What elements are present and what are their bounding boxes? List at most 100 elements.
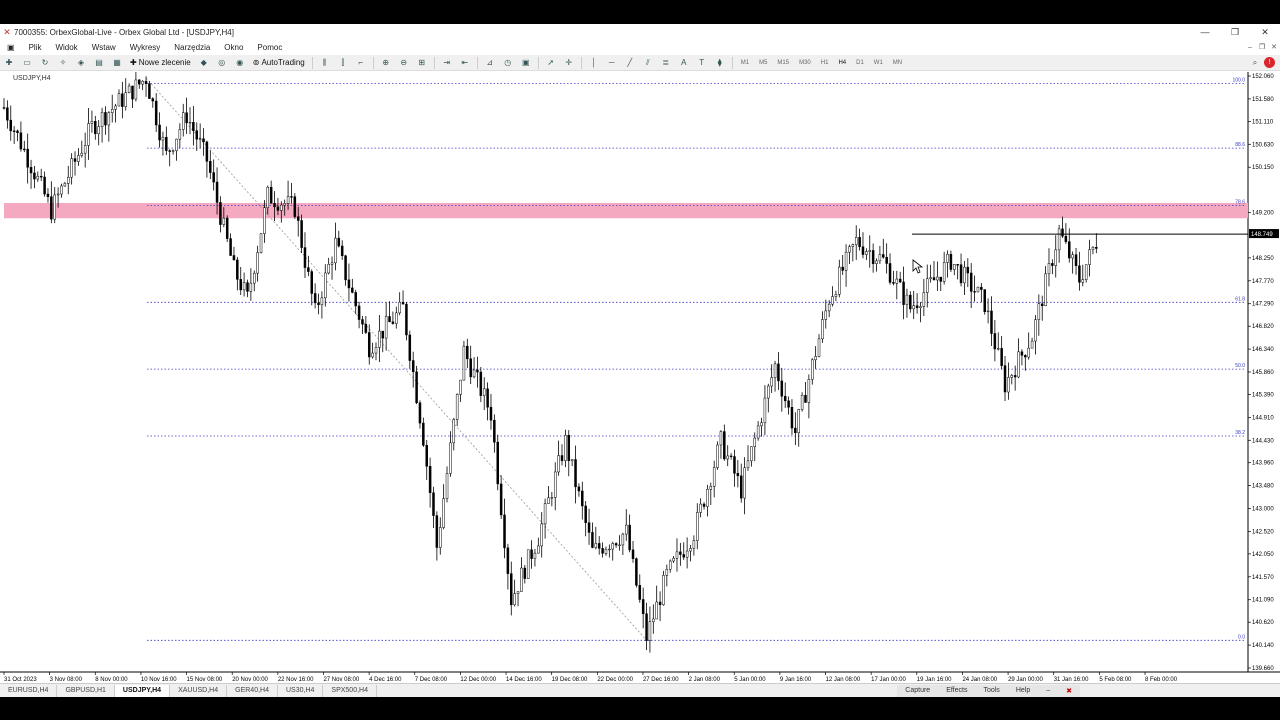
crosshair-icon[interactable]: ✛ (561, 56, 577, 69)
candle-body (489, 406, 493, 421)
candle (293, 193, 297, 219)
candlestick-icon[interactable]: ⫿ (335, 56, 351, 69)
vertical-line-icon[interactable]: │ (586, 56, 602, 69)
candle-body (1040, 303, 1044, 307)
metaeditor-icon[interactable]: ◆ (196, 56, 212, 69)
line-chart-icon[interactable]: ⌐ (353, 56, 369, 69)
notifications-icon[interactable]: ! (1264, 57, 1275, 68)
close-x-icon[interactable]: ✕ (0, 27, 14, 38)
timeframe-d1[interactable]: D1 (851, 60, 869, 66)
child-minimize-button[interactable]: – (1244, 44, 1256, 51)
trendline-icon[interactable]: ╱ (622, 56, 638, 69)
timeframe-m30[interactable]: M30 (794, 60, 816, 66)
new-order-button[interactable]: ✚ Nowe zlecenie (126, 56, 195, 69)
help-button[interactable]: Help (1008, 687, 1038, 694)
candle-body (364, 323, 368, 333)
candle-body (192, 122, 195, 131)
timeframe-mn[interactable]: MN (888, 60, 907, 66)
chart-area[interactable]: 100.0 88.6 78.6 61.8 50.0 38.2 0.0 148.749 152.0… (0, 65, 1280, 688)
data-window-icon[interactable]: ▤ (91, 56, 107, 69)
signals-icon[interactable]: ◉ (232, 56, 248, 69)
text-label-icon[interactable]: T (694, 56, 710, 69)
tab-xauusd[interactable]: XAUUSD,H4 (170, 684, 228, 697)
zoom-out-icon[interactable]: ⊖ (396, 56, 412, 69)
candle-body (723, 431, 726, 460)
cursor-icon[interactable]: ➚ (543, 56, 559, 69)
indicators-icon[interactable]: ⊿ (482, 56, 498, 69)
candle-body (915, 305, 919, 309)
tester-icon[interactable]: ◎ (214, 56, 230, 69)
horizontal-line-icon[interactable]: ─ (604, 56, 620, 69)
timeframe-h4[interactable]: H4 (833, 60, 851, 66)
autotrading-button[interactable]: ⊚ AutoTrading (249, 56, 309, 69)
price-chart[interactable]: 100.0 88.6 78.6 61.8 50.0 38.2 0.0 148.749 152.0… (0, 65, 1280, 688)
candle-body (351, 287, 354, 293)
autoscroll-icon[interactable]: ⇤ (457, 56, 473, 69)
templates-icon[interactable]: ▣ (518, 56, 534, 69)
candle (526, 549, 530, 579)
equidistant-channel-icon[interactable]: ⫽ (640, 56, 656, 69)
candle-body (696, 512, 699, 541)
fibonacci-icon[interactable]: ≣ (658, 56, 674, 69)
menu-help[interactable]: Pomoc (250, 43, 289, 52)
candle-body (834, 294, 838, 297)
candle-body (770, 377, 773, 387)
capture-minimize-button[interactable]: – (1038, 687, 1058, 694)
navigator-icon[interactable]: ✧ (55, 56, 71, 69)
text-icon[interactable]: A (676, 56, 692, 69)
tab-ger40[interactable]: GER40,H4 (227, 684, 278, 697)
zoom-in-icon[interactable]: ⊕ (378, 56, 394, 69)
timeframe-h1[interactable]: H1 (816, 60, 834, 66)
timeframe-w1[interactable]: W1 (869, 60, 888, 66)
maximize-button[interactable]: ❐ (1220, 27, 1250, 38)
menu-window[interactable]: Okno (217, 43, 250, 52)
refresh-icon[interactable]: ↻ (37, 56, 53, 69)
candle-body (902, 281, 905, 305)
timeframe-m5[interactable]: M5 (754, 60, 772, 66)
price-tick-label: 144.910 (1252, 415, 1274, 421)
menu-tools[interactable]: Narzędzia (167, 43, 217, 52)
candle-body (334, 237, 337, 264)
profiles-icon[interactable]: ▭ (19, 56, 35, 69)
periods-icon[interactable]: ◷ (500, 56, 516, 69)
tile-windows-icon[interactable]: ⊞ (414, 56, 430, 69)
minimize-button[interactable]: — (1190, 27, 1220, 38)
candle-body (621, 533, 625, 546)
candle-body (635, 558, 638, 586)
candle-body (340, 245, 344, 257)
child-close-button[interactable]: ✕ (1268, 43, 1280, 51)
new-chart-icon[interactable]: ✚ (1, 56, 17, 69)
bar-chart-icon[interactable]: ⫼ (317, 56, 333, 69)
timeframe-m15[interactable]: M15 (772, 60, 794, 66)
tools-button[interactable]: Tools (975, 687, 1007, 694)
menu-app-icon[interactable]: ▣ (0, 43, 22, 52)
child-restore-button[interactable]: ❐ (1256, 43, 1268, 51)
candle-body (608, 548, 611, 551)
menu-file[interactable]: Plik (22, 43, 49, 52)
tab-gbpusd[interactable]: GBPUSD,H1 (57, 684, 115, 697)
close-button[interactable]: ✕ (1250, 27, 1280, 38)
search-icon[interactable]: ⌕ (1247, 56, 1263, 69)
menu-charts[interactable]: Wykresy (123, 43, 168, 52)
capture-button[interactable]: Capture (897, 687, 938, 694)
effects-button[interactable]: Effects (938, 687, 975, 694)
candle-body (60, 185, 63, 195)
candle-body (384, 316, 388, 339)
candle-body (780, 380, 784, 397)
menu-view[interactable]: Widok (48, 43, 84, 52)
timeframe-m1[interactable]: M1 (736, 60, 754, 66)
tab-eurusd[interactable]: EURUSD,H4 (0, 684, 58, 697)
tab-us30[interactable]: US30,H4 (278, 684, 324, 697)
terminal-icon[interactable]: ▦ (109, 56, 125, 69)
market-watch-icon[interactable]: ◈ (73, 56, 89, 69)
candle-body (942, 262, 946, 282)
tab-spx500[interactable]: SPX500,H4 (323, 684, 377, 697)
chart-shift-icon[interactable]: ⇥ (439, 56, 455, 69)
candle-body (1017, 351, 1020, 378)
tab-usdjpy[interactable]: USDJPY,H4 (114, 684, 171, 697)
candle-body (1030, 340, 1034, 349)
capture-close-icon[interactable]: ✖ (1058, 687, 1080, 695)
menu-insert[interactable]: Wstaw (85, 43, 123, 52)
candle-body (401, 301, 405, 305)
shapes-icon[interactable]: ⧫ (712, 56, 728, 69)
